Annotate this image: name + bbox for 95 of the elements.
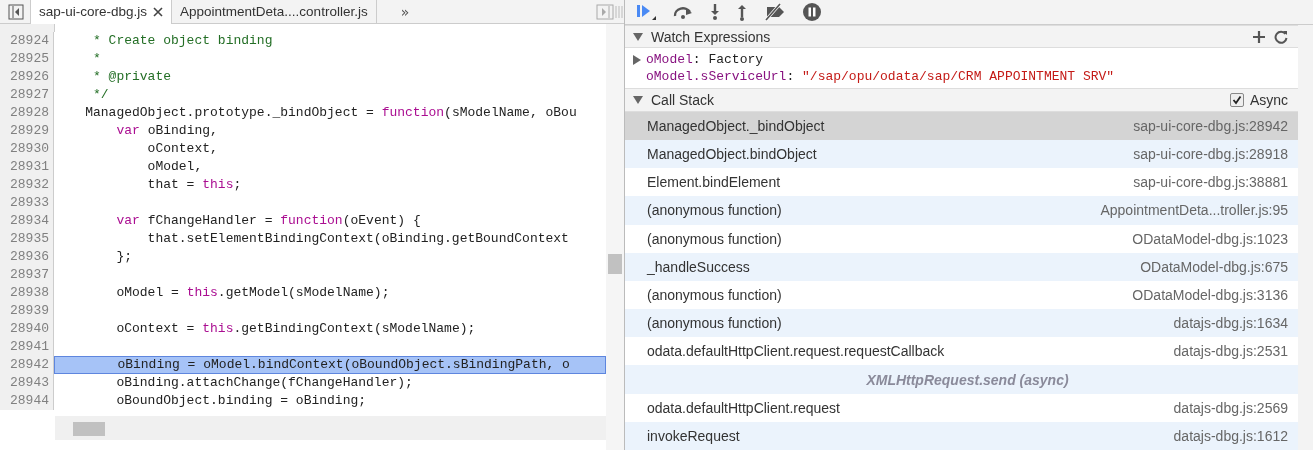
async-checkbox[interactable] [1229, 93, 1244, 108]
add-icon[interactable] [1252, 29, 1266, 44]
function-name: invokeRequest [647, 427, 741, 444]
line-number: 28936 [0, 248, 54, 266]
section-title: Call Stack [651, 92, 715, 109]
code-line: oBoundObject.binding = oBinding; [115, 392, 368, 410]
line-number: 28944 [0, 392, 54, 410]
line-number: 28939 [0, 302, 54, 320]
line-number: 28932 [0, 176, 54, 194]
code-line: oBinding.attachChange(fChangeHandler); [115, 374, 414, 392]
refresh-icon[interactable] [1274, 29, 1288, 44]
source-link[interactable]: sap-ui-core-dbg.js:28918 [1133, 146, 1288, 163]
line-number: 28943 [0, 374, 54, 392]
line-number: 28942 [0, 356, 54, 374]
resume-icon[interactable] [635, 3, 657, 21]
drag-handle-icon[interactable] [614, 3, 624, 20]
watch-expression: oModel: Factory [646, 52, 764, 68]
source-link[interactable]: datajs-dbg.js:1612 [1173, 427, 1288, 444]
function-name: (anonymous function) [647, 202, 783, 219]
deactivate-breakpoints-icon[interactable] [763, 3, 787, 21]
code-line: var fChangeHandler = function(oEvent) { [115, 212, 422, 230]
call-frame[interactable]: (anonymous function) datajs-dbg.js:1634 [625, 309, 1298, 338]
source-link[interactable]: sap-ui-core-dbg.js:28942 [1133, 117, 1288, 134]
navigator-toggle-icon[interactable] [8, 3, 24, 20]
source-link[interactable]: datajs-dbg.js:2569 [1173, 399, 1288, 416]
source-link[interactable]: ODataModel-dbg.js:1023 [1132, 230, 1288, 247]
code-line: oContext = this.getBindingContext(sModelName); [115, 320, 477, 338]
step-out-icon[interactable] [736, 3, 748, 21]
line-number: 28938 [0, 284, 54, 302]
editor-tab[interactable]: sap-ui-core-dbg.js [30, 0, 173, 24]
source-link[interactable]: sap-ui-core-dbg.js:38881 [1133, 174, 1288, 191]
call-frame[interactable]: ManagedObject._bindObject sap-ui-core-dbg.js:28942 [625, 111, 1298, 140]
code-line: * [92, 50, 102, 68]
code-line: ManagedObject.prototype._bindObject = function(sModelName, oBou [84, 104, 578, 122]
code-line: oModel, [146, 158, 204, 176]
code-line: * Create object binding [92, 32, 274, 50]
code-line: var oBinding, [115, 122, 219, 140]
line-number: 28933 [0, 194, 54, 212]
section-title: Watch Expressions [651, 28, 771, 45]
line-number: 28927 [0, 86, 54, 104]
source-link[interactable]: datajs-dbg.js:2531 [1173, 343, 1288, 360]
expand-triangle-icon[interactable] [633, 54, 641, 65]
scrollbar-track[interactable] [1298, 25, 1313, 450]
pause-icon[interactable] [802, 2, 822, 22]
function-name: ManagedObject.bindObject [647, 146, 818, 163]
line-number: 28930 [0, 140, 54, 158]
function-name: odata.defaultHttpClient.request [647, 399, 841, 416]
line-number: 28941 [0, 338, 54, 356]
code-line: * @private [92, 68, 173, 86]
function-name: odata.defaultHttpClient.request.requestCallback [647, 343, 946, 360]
line-number: 28931 [0, 158, 54, 176]
line-number: 28924 [0, 32, 54, 50]
editor-tab[interactable]: AppointmentDeta....controller.js [172, 0, 377, 24]
watch-expression: oModel.sServiceUrl: "/sap/opu/odata/sap/CRM APPOINTMENT SRV" [646, 69, 1115, 85]
line-number: 28929 [0, 122, 54, 140]
call-frame[interactable]: invokeRequest datajs-dbg.js:1612 [625, 421, 1298, 450]
source-link[interactable]: datajs-dbg.js:1634 [1173, 315, 1288, 332]
async-label: XMLHttpRequest.send (async) [865, 371, 1070, 388]
line-number: 28937 [0, 266, 54, 284]
collapse-triangle-icon[interactable] [633, 96, 643, 105]
function-name: (anonymous function) [647, 230, 783, 247]
code-line: that = this; [146, 176, 243, 194]
code-line: oModel = this.getModel(sModelName); [115, 284, 391, 302]
step-over-icon[interactable] [672, 5, 694, 19]
call-frame[interactable]: _handleSuccess ODataModel-dbg.js:675 [625, 252, 1298, 281]
code-line: oContext, [146, 140, 219, 158]
function-name: (anonymous function) [647, 315, 783, 332]
scrollbar-thumb[interactable] [73, 422, 105, 436]
section-header[interactable]: Call Stack Async [625, 88, 1298, 112]
function-name: (anonymous function) [647, 286, 783, 303]
source-link[interactable]: ODataModel-dbg.js:3136 [1132, 286, 1288, 303]
call-frame[interactable]: ManagedObject.bindObject sap-ui-core-dbg.js:28918 [625, 139, 1298, 169]
code-line: that.setElementBindingContext(oBinding.getBoundContext [146, 230, 570, 248]
line-number: 28928 [0, 104, 54, 122]
line-number: 28934 [0, 212, 54, 230]
line-number: 28940 [0, 320, 54, 338]
code-line: }; [115, 248, 133, 266]
line-number: 28925 [0, 50, 54, 68]
sidebar-toggle-icon[interactable] [596, 3, 614, 20]
collapse-triangle-icon[interactable] [633, 32, 643, 41]
source-link[interactable]: ODataModel-dbg.js:675 [1140, 258, 1288, 275]
section-header[interactable]: Watch Expressions [625, 25, 1298, 49]
call-frame[interactable]: (anonymous function) AppointmentDeta...troller.js:95 [625, 196, 1298, 225]
function-name: _handleSuccess [647, 258, 751, 275]
function-name: Element.bindElement [647, 174, 782, 191]
close-icon[interactable] [153, 6, 164, 17]
more-tabs-button[interactable]: » [396, 3, 414, 20]
scrollbar-thumb[interactable] [608, 254, 622, 274]
step-into-icon[interactable] [709, 3, 721, 21]
source-link[interactable]: AppointmentDeta...troller.js:95 [1100, 202, 1288, 219]
code-line: */ [92, 86, 110, 104]
function-name: ManagedObject._bindObject [647, 117, 826, 134]
line-number: 28926 [0, 68, 54, 86]
async-label: Async [1249, 92, 1288, 109]
line-number: 28935 [0, 230, 54, 248]
